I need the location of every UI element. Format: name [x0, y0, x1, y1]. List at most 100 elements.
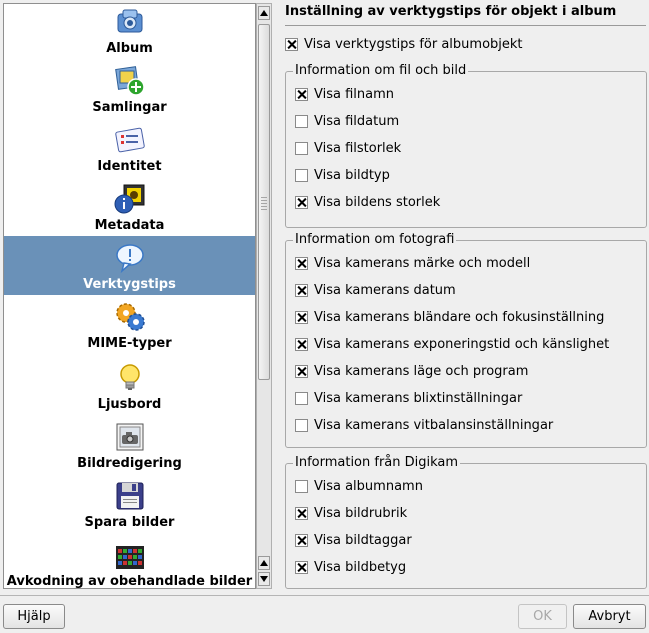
nav-item-label: Verktygstips [83, 277, 176, 292]
group-title: Information från Digikam [293, 455, 461, 470]
nav-item-metadata[interactable]: Metadata [4, 177, 255, 236]
cancel-button[interactable]: Avbryt [573, 604, 646, 629]
ok-button[interactable]: OK [518, 604, 567, 629]
collections-icon [114, 66, 145, 96]
option-camera-exposure-sensitivity[interactable]: Visa kamerans exponeringstid och känslig… [295, 337, 609, 352]
checkbox-label: Visa verktygstips för albumobjekt [304, 37, 523, 52]
checkbox-label: Visa kamerans datum [314, 283, 456, 298]
arrow-up-icon [260, 560, 268, 566]
scroll-up-button-lower[interactable] [258, 556, 270, 570]
mime-types-icon [115, 303, 145, 331]
raw-decoding-icon [115, 546, 144, 569]
checkbox-label: Visa bildbetyg [314, 560, 407, 575]
nav-item-label: MIME-typer [87, 336, 172, 351]
checkbox-box[interactable] [295, 419, 308, 432]
option-show-image-size[interactable]: Visa bildens storlek [295, 195, 440, 210]
option-image-tags[interactable]: Visa bildtaggar [295, 533, 412, 548]
nav-item-lighttable[interactable]: Ljusbord [4, 356, 255, 415]
checkbox-box[interactable] [295, 257, 308, 270]
grip-line [261, 197, 267, 198]
scroll-up-button[interactable] [258, 6, 270, 20]
checkbox-box[interactable] [295, 115, 308, 128]
nav-item-tooltips[interactable]: Verktygstips [4, 236, 255, 295]
checkbox-label: Visa bildtaggar [314, 533, 412, 548]
option-album-name[interactable]: Visa albumnamn [295, 479, 423, 494]
nav-item-label: Identitet [97, 159, 162, 174]
checkbox-box[interactable] [295, 534, 308, 547]
checkbox-label: Visa bildens storlek [314, 195, 441, 210]
group-title: Information om fotografi [293, 232, 457, 247]
checkbox-label: Visa bildtyp [314, 168, 390, 183]
group-title: Information om fil och bild [293, 63, 469, 78]
checkbox-label: Visa kamerans bländare och fokusinställn… [314, 310, 605, 325]
checkbox-box[interactable] [295, 142, 308, 155]
option-camera-mode-program[interactable]: Visa kamerans läge och program [295, 364, 528, 379]
option-camera-flash[interactable]: Visa kamerans blixtinställningar [295, 391, 522, 406]
nav-item-raw-decoding[interactable]: Avkodning av obehandlade bilder [4, 533, 255, 589]
checkbox-box[interactable] [295, 338, 308, 351]
checkbox-label: Visa bildrubrik [314, 506, 408, 521]
checkbox-box[interactable] [295, 169, 308, 182]
checkbox-label: Visa kamerans blixtinställningar [314, 391, 523, 406]
arrow-up-icon [260, 10, 268, 16]
checkbox-label: Visa kamerans vitbalansinställningar [314, 418, 554, 433]
checkbox-label: Visa albumnamn [314, 479, 423, 494]
lightbulb-icon [119, 364, 140, 390]
nav-item-mime-types[interactable]: MIME-typer [4, 295, 255, 354]
checkbox-box[interactable] [285, 38, 298, 51]
option-show-image-type[interactable]: Visa bildtyp [295, 168, 390, 183]
identity-icon [114, 127, 145, 153]
nav-item-label: Album [106, 41, 153, 56]
checkbox-label: Visa kamerans märke och modell [314, 256, 531, 271]
scroll-down-button[interactable] [258, 572, 270, 586]
album-icon [117, 9, 142, 33]
settings-page-list: Album Samlingar Identitet Metadata Verkt… [3, 3, 256, 589]
checkbox-box[interactable] [295, 392, 308, 405]
checkbox-box[interactable] [295, 196, 308, 209]
nav-item-label: Spara bilder [84, 515, 175, 530]
nav-item-label: Avkodning av obehandlade bilder [6, 574, 253, 589]
checkbox-label: Visa filstorlek [314, 141, 402, 156]
nav-item-label: Metadata [94, 218, 165, 233]
checkbox-label: Visa kamerans läge och program [314, 364, 529, 379]
option-show-file-size[interactable]: Visa filstorlek [295, 141, 401, 156]
checkbox-box[interactable] [295, 365, 308, 378]
floppy-disk-icon [116, 482, 143, 510]
option-image-caption[interactable]: Visa bildrubrik [295, 506, 407, 521]
option-camera-date[interactable]: Visa kamerans datum [295, 283, 456, 298]
option-camera-white-balance[interactable]: Visa kamerans vitbalansinställningar [295, 418, 553, 433]
checkbox-box[interactable] [295, 561, 308, 574]
nav-item-label: Samlingar [92, 100, 167, 115]
checkbox-box[interactable] [295, 88, 308, 101]
option-show-filename[interactable]: Visa filnamn [295, 87, 394, 102]
checkbox-label: Visa filnamn [314, 87, 394, 102]
checkbox-box[interactable] [295, 284, 308, 297]
nav-scrollbar[interactable] [256, 3, 272, 589]
tooltip-icon [115, 244, 144, 274]
help-button[interactable]: Hjälp [3, 604, 65, 629]
nav-item-album[interactable]: Album [4, 4, 255, 59]
checkbox-label: Visa fildatum [314, 114, 400, 129]
checkbox-box[interactable] [295, 507, 308, 520]
page-title: Inställning av verktygstips för objekt i… [285, 4, 617, 19]
button-bar-separator [0, 595, 649, 596]
grip-line [261, 203, 267, 204]
option-camera-aperture-focus[interactable]: Visa kamerans bländare och fokusinställn… [295, 310, 604, 325]
arrow-down-icon [260, 576, 268, 582]
nav-item-save-images[interactable]: Spara bilder [4, 474, 255, 533]
option-image-rating[interactable]: Visa bildbetyg [295, 560, 406, 575]
image-editor-icon [116, 423, 143, 451]
checkbox-box[interactable] [295, 311, 308, 324]
metadata-icon [114, 184, 144, 214]
option-show-file-date[interactable]: Visa fildatum [295, 114, 399, 129]
nav-item-label: Bildredigering [77, 456, 182, 471]
nav-item-collections[interactable]: Samlingar [4, 59, 255, 118]
title-separator [285, 25, 646, 26]
checkbox-box[interactable] [295, 480, 308, 493]
scrollbar-thumb[interactable] [258, 24, 270, 380]
nav-item-identity[interactable]: Identitet [4, 118, 255, 177]
nav-item-image-editor[interactable]: Bildredigering [4, 415, 255, 474]
checkbox-label: Visa kamerans exponeringstid och känslig… [314, 337, 610, 352]
option-camera-make-model[interactable]: Visa kamerans märke och modell [295, 256, 530, 271]
show-tooltips-checkbox[interactable]: Visa verktygstips för albumobjekt [285, 37, 523, 52]
